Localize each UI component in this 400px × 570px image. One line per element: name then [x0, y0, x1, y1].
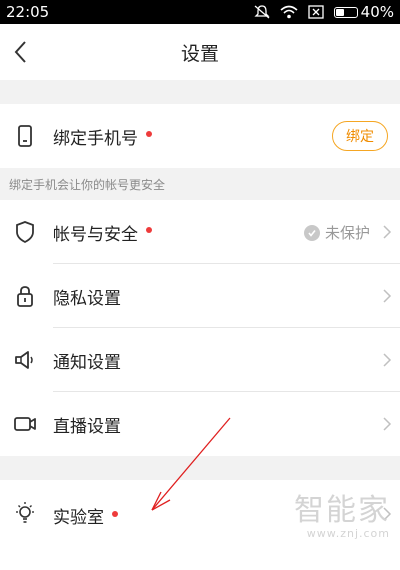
shield-icon	[12, 219, 38, 245]
status-time: 22:05	[6, 3, 50, 21]
new-dot	[146, 227, 152, 233]
notification-settings-row[interactable]: 通知设置	[0, 328, 400, 392]
section-gap	[0, 80, 400, 104]
mute-bell-icon	[254, 5, 270, 19]
check-icon	[303, 224, 320, 241]
battery-percent: 40%	[360, 3, 394, 21]
chevron-right-icon	[383, 417, 392, 431]
protection-status-text: 未保护	[324, 224, 370, 242]
lab-row[interactable]: 实验室	[0, 480, 400, 570]
section-gap	[0, 456, 400, 480]
page-title: 设置	[180, 42, 219, 65]
account-security-row[interactable]: 帐号与安全 未保护	[0, 200, 400, 264]
new-dot	[146, 131, 152, 137]
chevron-right-icon	[383, 507, 392, 521]
lab-label: 实验室	[53, 508, 104, 528]
phone-icon	[12, 123, 38, 149]
live-settings-label: 直播设置	[53, 416, 121, 437]
lock-icon	[12, 283, 38, 309]
bind-phone-note: 绑定手机会让你的帐号更安全	[0, 168, 400, 200]
new-dot	[112, 511, 118, 517]
bind-button[interactable]: 绑定	[332, 121, 388, 151]
battery-indicator: 40%	[333, 3, 394, 21]
notification-settings-label: 通知设置	[53, 352, 121, 373]
privacy-settings-label: 隐私设置	[53, 288, 121, 309]
wifi-icon	[280, 5, 298, 19]
protection-status: 未保护	[303, 222, 370, 243]
no-sim-icon	[308, 5, 324, 19]
battery-icon	[333, 6, 358, 18]
video-camera-icon	[12, 411, 38, 437]
privacy-settings-row[interactable]: 隐私设置	[0, 264, 400, 328]
status-bar: 22:05 40%	[0, 0, 400, 24]
speaker-icon	[12, 347, 38, 373]
lightbulb-icon	[12, 500, 38, 526]
bind-phone-row[interactable]: 绑定手机号 绑定	[0, 104, 400, 168]
chevron-right-icon	[383, 353, 392, 367]
live-settings-row[interactable]: 直播设置	[0, 392, 400, 456]
back-arrow-icon[interactable]	[10, 38, 34, 66]
account-security-label: 帐号与安全	[53, 224, 138, 245]
header: 设置	[0, 24, 400, 80]
chevron-right-icon	[383, 289, 392, 303]
bind-phone-label: 绑定手机号	[53, 128, 138, 149]
chevron-right-icon	[383, 225, 392, 239]
